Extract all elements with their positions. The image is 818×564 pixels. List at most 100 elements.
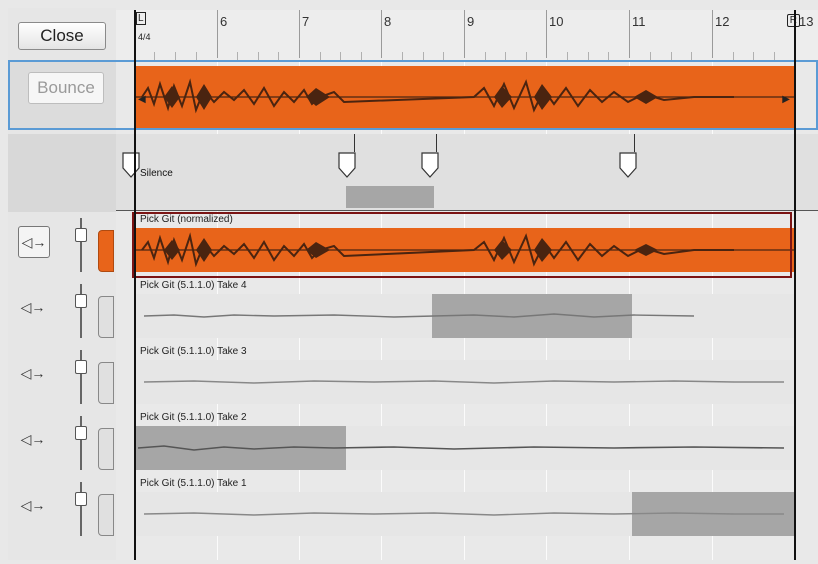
ruler-tick	[712, 10, 713, 58]
scroll-left-icon[interactable]: ◀	[138, 94, 146, 105]
ruler-subtick	[608, 52, 609, 60]
ruler-subtick	[526, 52, 527, 60]
silence-label: Silence	[140, 168, 173, 179]
ruler-tick	[299, 10, 300, 58]
silence-marker-icon[interactable]	[338, 152, 356, 178]
ruler-subtick	[567, 52, 568, 60]
ruler-subtick	[691, 52, 692, 60]
bar-number: 8	[384, 14, 392, 29]
take-region[interactable]	[134, 360, 794, 404]
take-label: Pick Git (5.1.1.0) Take 1	[140, 478, 247, 489]
time-signature: 4/4	[138, 32, 151, 42]
track-row-normalized[interactable]: Pick Git (normalized)	[116, 212, 818, 278]
fader-icon[interactable]	[75, 416, 87, 470]
bounce-waveform	[134, 78, 794, 114]
ruler-subtick	[237, 52, 238, 60]
silence-region[interactable]	[346, 186, 434, 208]
bounce-header: Bounce	[8, 62, 116, 128]
track-color-tab[interactable]	[98, 428, 114, 470]
speaker-arrow-icon[interactable]: ◁→	[18, 292, 48, 322]
bounce-button[interactable]: Bounce	[28, 72, 104, 104]
ruler-subtick	[588, 52, 589, 60]
speaker-arrow-icon[interactable]: ◁→	[18, 226, 50, 258]
track-color-tab[interactable]	[98, 296, 114, 338]
ruler-tick	[217, 10, 218, 58]
fader-icon[interactable]	[75, 284, 87, 338]
bar-number: 7	[302, 14, 310, 29]
speaker-arrow-icon[interactable]: ◁→	[18, 490, 48, 520]
take-waveform	[143, 380, 784, 384]
ruler-subtick	[340, 52, 341, 60]
silence-marker-icon[interactable]	[421, 152, 439, 178]
marker-stem	[436, 134, 437, 152]
take-waveform	[137, 445, 785, 451]
comp-editor: Close Bounce 6 7 8 9 10 11 12 13 L 4/4 ◀…	[0, 0, 818, 564]
right-locator-line[interactable]	[794, 10, 796, 560]
take-region[interactable]	[134, 228, 794, 272]
take-region[interactable]	[134, 294, 794, 338]
ruler-subtick	[320, 52, 321, 60]
track-controls-take-2: ◁→	[8, 410, 116, 476]
track-controls-take-1: ◁→	[8, 476, 116, 542]
ruler-subtick	[443, 52, 444, 60]
ruler-tick	[629, 10, 630, 58]
ruler-subtick	[196, 52, 197, 60]
silence-marker-icon[interactable]	[619, 152, 637, 178]
fader-icon[interactable]	[75, 482, 87, 536]
take-region[interactable]	[134, 426, 794, 470]
bar-number: 12	[715, 14, 730, 29]
take-label: Pick Git (normalized)	[140, 214, 233, 225]
silence-header	[8, 134, 116, 212]
take-label: Pick Git (5.1.1.0) Take 4	[140, 280, 247, 291]
take-waveform	[134, 232, 794, 268]
timeline-area[interactable]: ◀ ▶ Silence Pick Git (normalized) Pick G…	[116, 62, 818, 560]
ruler-subtick	[753, 52, 754, 60]
track-color-tab[interactable]	[98, 494, 114, 536]
bar-number: 9	[467, 14, 475, 29]
speaker-arrow-icon[interactable]: ◁→	[18, 424, 48, 454]
take-label: Pick Git (5.1.1.0) Take 3	[140, 346, 247, 357]
ruler-tick	[381, 10, 382, 58]
ruler-subtick	[505, 52, 506, 60]
left-locator[interactable]: L	[136, 12, 146, 25]
silence-lane[interactable]: Silence	[116, 134, 818, 211]
fader-icon[interactable]	[75, 218, 87, 272]
take-label: Pick Git (5.1.1.0) Take 2	[140, 412, 247, 423]
fader-icon[interactable]	[75, 350, 87, 404]
speaker-arrow-icon[interactable]: ◁→	[18, 358, 48, 388]
ruler-subtick	[258, 52, 259, 60]
bounce-region[interactable]: ◀ ▶	[134, 66, 794, 128]
track-row-take-3[interactable]: Pick Git (5.1.1.0) Take 3	[116, 344, 818, 410]
track-controls-normalized: ◁→	[8, 212, 116, 278]
close-button[interactable]: Close	[18, 22, 106, 50]
track-row-take-1[interactable]: Pick Git (5.1.1.0) Take 1	[116, 476, 818, 542]
marker-stem	[634, 134, 635, 152]
track-row-take-2[interactable]: Pick Git (5.1.1.0) Take 2	[116, 410, 818, 476]
ruler-tick	[546, 10, 547, 58]
ruler-subtick	[485, 52, 486, 60]
marker-stem	[354, 134, 355, 152]
take-region[interactable]	[134, 492, 794, 536]
left-locator-line[interactable]	[134, 10, 136, 560]
ruler-tick	[464, 10, 465, 58]
take-waveform	[143, 512, 784, 516]
ruler-subtick	[423, 52, 424, 60]
ruler-subtick	[733, 52, 734, 60]
scroll-right-icon[interactable]: ▶	[782, 94, 790, 105]
ruler-subtick	[774, 52, 775, 60]
silence-marker-icon[interactable]	[122, 152, 140, 178]
track-controls-take-4: ◁→	[8, 278, 116, 344]
track-color-tab[interactable]	[98, 362, 114, 404]
track-row-take-4[interactable]: Pick Git (5.1.1.0) Take 4	[116, 278, 818, 344]
ruler-subtick	[175, 52, 176, 60]
ruler-subtick	[361, 52, 362, 60]
track-color-tab[interactable]	[98, 230, 114, 272]
ruler-subtick	[650, 52, 651, 60]
take-waveform	[143, 313, 695, 318]
ruler-subtick	[402, 52, 403, 60]
ruler-subtick	[671, 52, 672, 60]
timeline-ruler[interactable]: 6 7 8 9 10 11 12 13 L 4/4 R	[116, 10, 818, 61]
ruler-subtick	[154, 52, 155, 60]
ruler-subtick	[278, 52, 279, 60]
bar-number: 13	[799, 14, 814, 29]
